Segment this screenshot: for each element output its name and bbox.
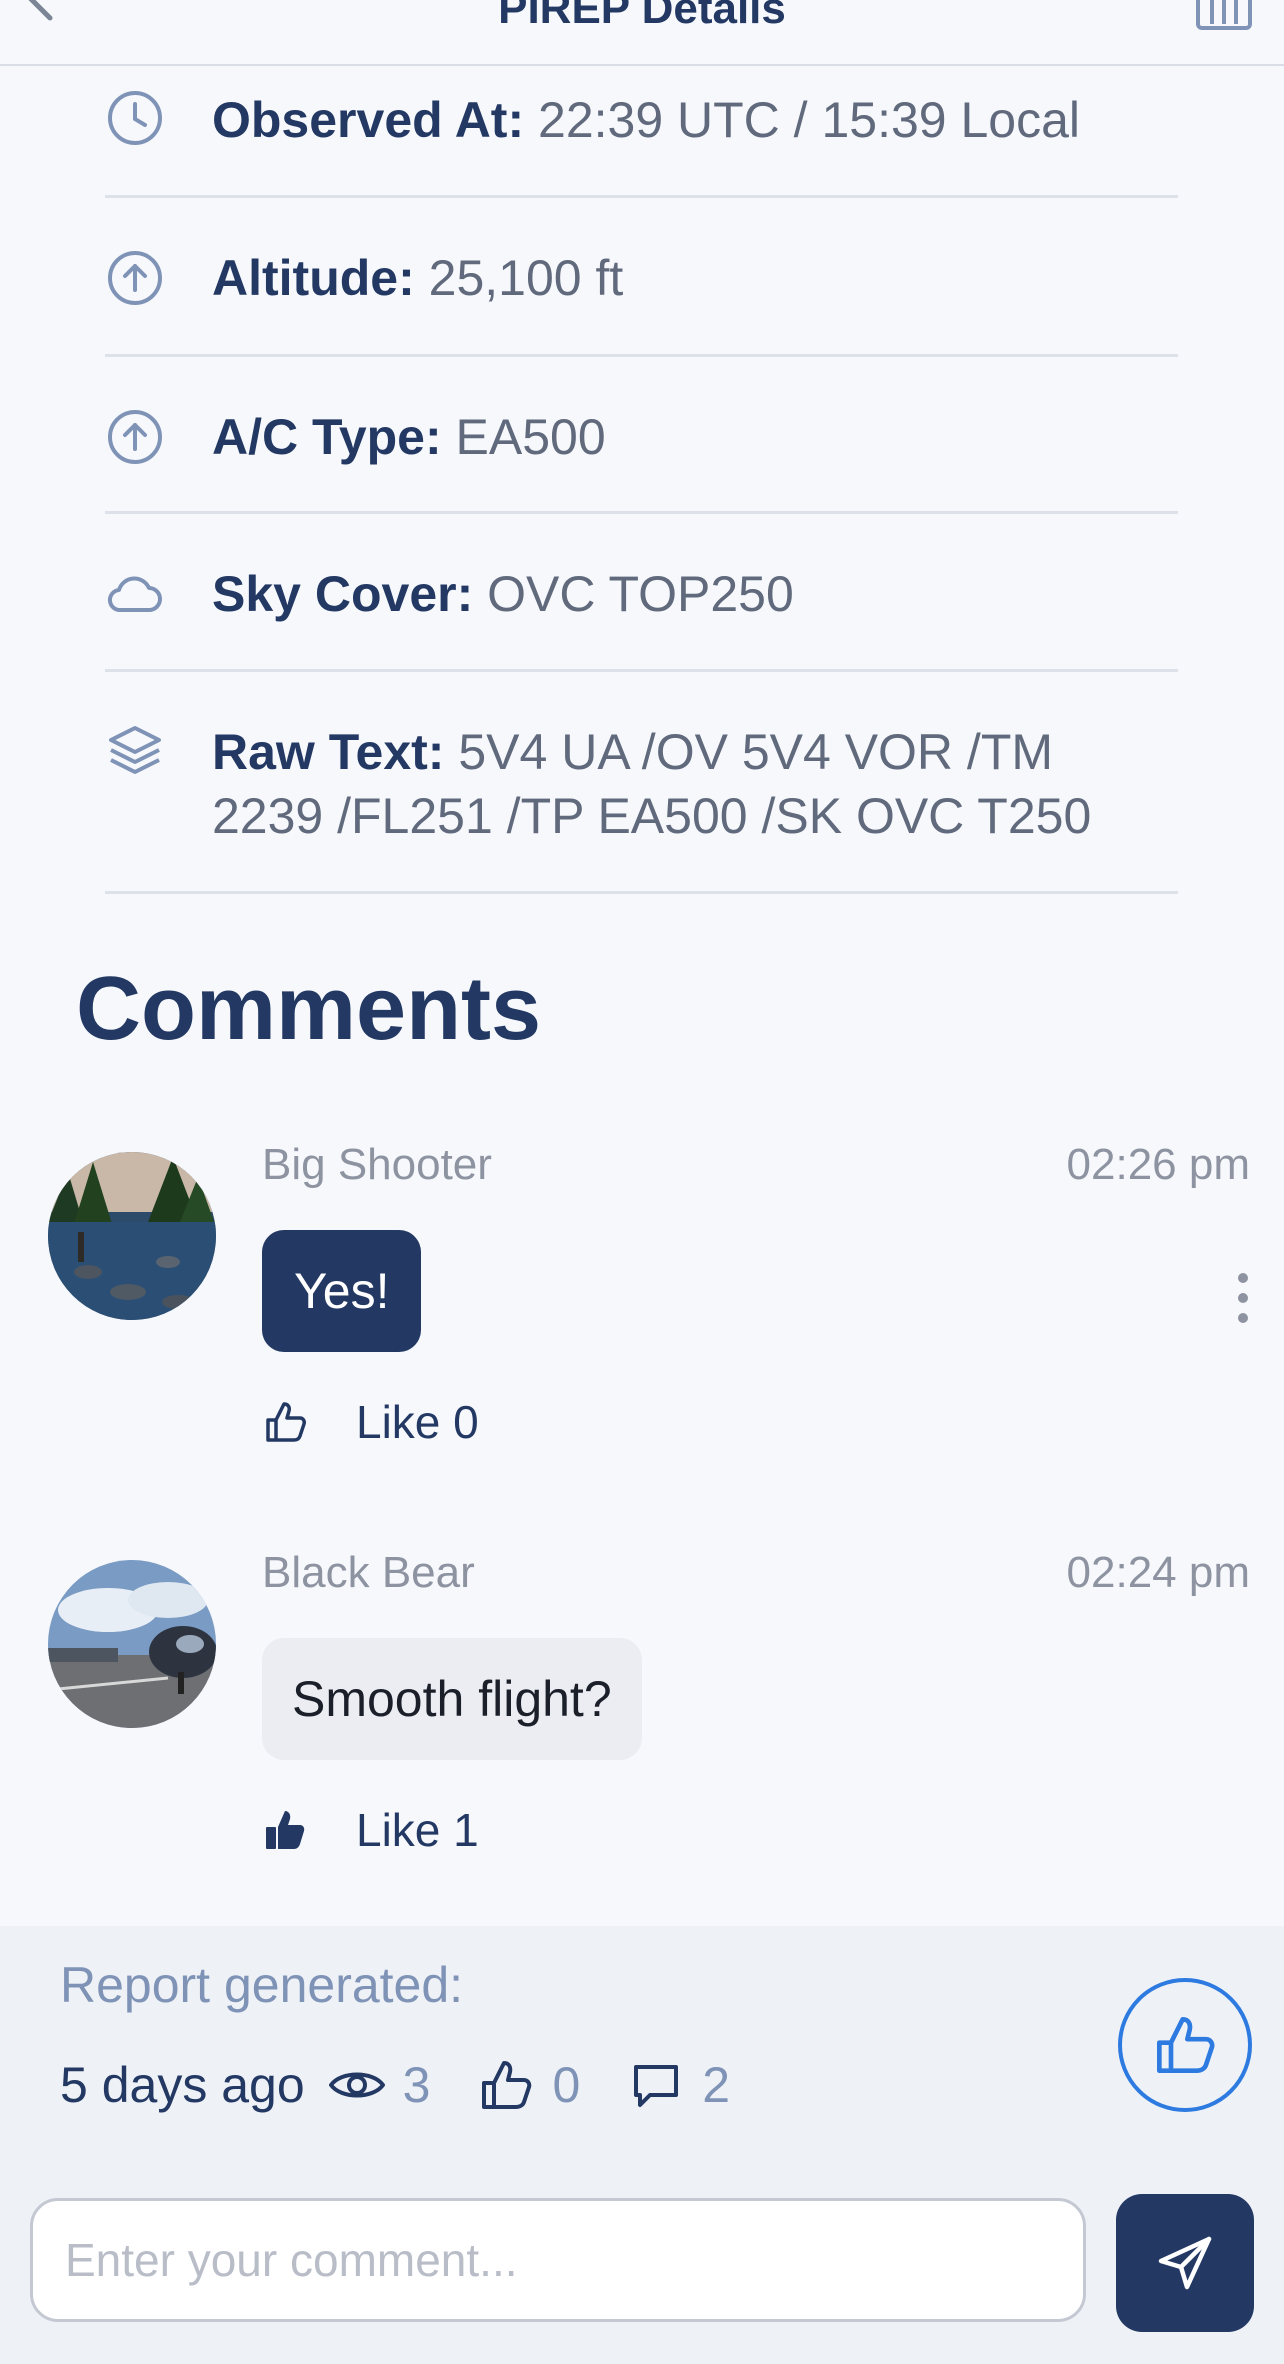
layers-icon <box>109 726 161 774</box>
eye-icon <box>328 2072 385 2098</box>
arrow-up-circle-icon <box>108 410 162 464</box>
avatar[interactable] <box>48 1560 216 1728</box>
calendar-button[interactable] <box>1194 0 1254 34</box>
detail-value: OVC TOP250 <box>487 566 794 622</box>
comment-time: 02:24 pm <box>1066 1548 1250 1597</box>
detail-row-altitude: Altitude: 25,100 ft <box>105 198 1178 357</box>
comment-time: 02:26 pm <box>1066 1140 1250 1189</box>
detail-text: A/C Type: EA500 <box>212 405 1178 469</box>
detail-text: Raw Text: 5V4 UA /OV 5V4 VOR /TM 2239 /F… <box>212 720 1178 848</box>
comment-bubble-icon <box>634 2065 679 2107</box>
avatar-image-jet <box>48 1560 216 1728</box>
detail-value: EA500 <box>455 409 606 465</box>
report-generated-label: Report generated: <box>60 1957 464 2013</box>
detail-text: Observed At: 22:39 UTC / 15:39 Local <box>212 88 1178 152</box>
comment-bubble: Smooth flight? <box>262 1638 642 1760</box>
comments-count: 2 <box>702 2057 731 2113</box>
avatar-image-river <box>48 1152 216 1320</box>
thumbs-up-icon <box>482 2061 532 2109</box>
calendar-icon <box>1196 0 1252 30</box>
comments-heading: Comments <box>76 959 542 1059</box>
comment-author: Black Bear <box>262 1548 475 1597</box>
cloud-icon <box>108 576 162 613</box>
clock-icon <box>108 91 162 145</box>
page-title: PIREP Details <box>498 0 786 33</box>
detail-row-raw-text: Raw Text: 5V4 UA /OV 5V4 VOR /TM 2239 /F… <box>105 672 1178 894</box>
send-icon <box>1158 2236 1212 2290</box>
report-stats: 5 days ago 3 0 2 <box>60 2050 776 2120</box>
more-vertical-icon <box>1238 1273 1248 1323</box>
like-button[interactable]: Like 1 <box>262 1800 479 1860</box>
thumbs-up-icon <box>1157 2017 1215 2073</box>
comment-bubble: Yes! <box>262 1230 422 1352</box>
detail-text: Sky Cover: OVC TOP250 <box>212 562 1178 626</box>
like-report-button[interactable] <box>1118 1978 1252 2112</box>
detail-value: 25,100 ft <box>428 250 624 306</box>
top-nav-bar: PIREP Details <box>0 0 1284 66</box>
like-label: Like 1 <box>356 1804 479 1856</box>
detail-text: Altitude: 25,100 ft <box>212 246 1178 310</box>
detail-value: 22:39 UTC / 15:39 Local <box>538 92 1081 148</box>
avatar[interactable] <box>48 1152 216 1320</box>
detail-row-sky-cover: Sky Cover: OVC TOP250 <box>105 514 1178 672</box>
comment-input[interactable] <box>30 2198 1086 2322</box>
report-age: 5 days ago <box>60 2057 305 2113</box>
thumbs-up-icon <box>266 1402 306 1442</box>
send-button[interactable] <box>1116 2194 1254 2332</box>
like-button[interactable]: Like 0 <box>262 1392 479 1452</box>
arrow-up-circle-icon <box>108 251 162 305</box>
detail-label: Sky Cover: <box>212 566 474 622</box>
detail-label: Altitude: <box>212 250 415 306</box>
more-options-button[interactable] <box>1228 1268 1258 1328</box>
comment-author: Big Shooter <box>262 1140 492 1189</box>
views-count: 3 <box>402 2057 431 2113</box>
comment-item: Big Shooter 02:26 pm Yes! Like 0 <box>0 1140 1284 1470</box>
like-label: Like 0 <box>356 1396 479 1448</box>
likes-count: 0 <box>552 2057 581 2113</box>
detail-label: Raw Text: <box>212 724 445 780</box>
comment-item: Black Bear 02:24 pm Smooth flight? Like … <box>0 1548 1284 1878</box>
detail-label: A/C Type: <box>212 409 442 465</box>
report-footer: Report generated: 5 days ago 3 0 2 <box>0 1926 1284 2364</box>
detail-row-ac-type: A/C Type: EA500 <box>105 357 1178 514</box>
thumbs-up-filled-icon <box>266 1811 305 1849</box>
detail-label: Observed At: <box>212 92 525 148</box>
detail-row-observed-at: Observed At: 22:39 UTC / 15:39 Local <box>105 66 1178 198</box>
